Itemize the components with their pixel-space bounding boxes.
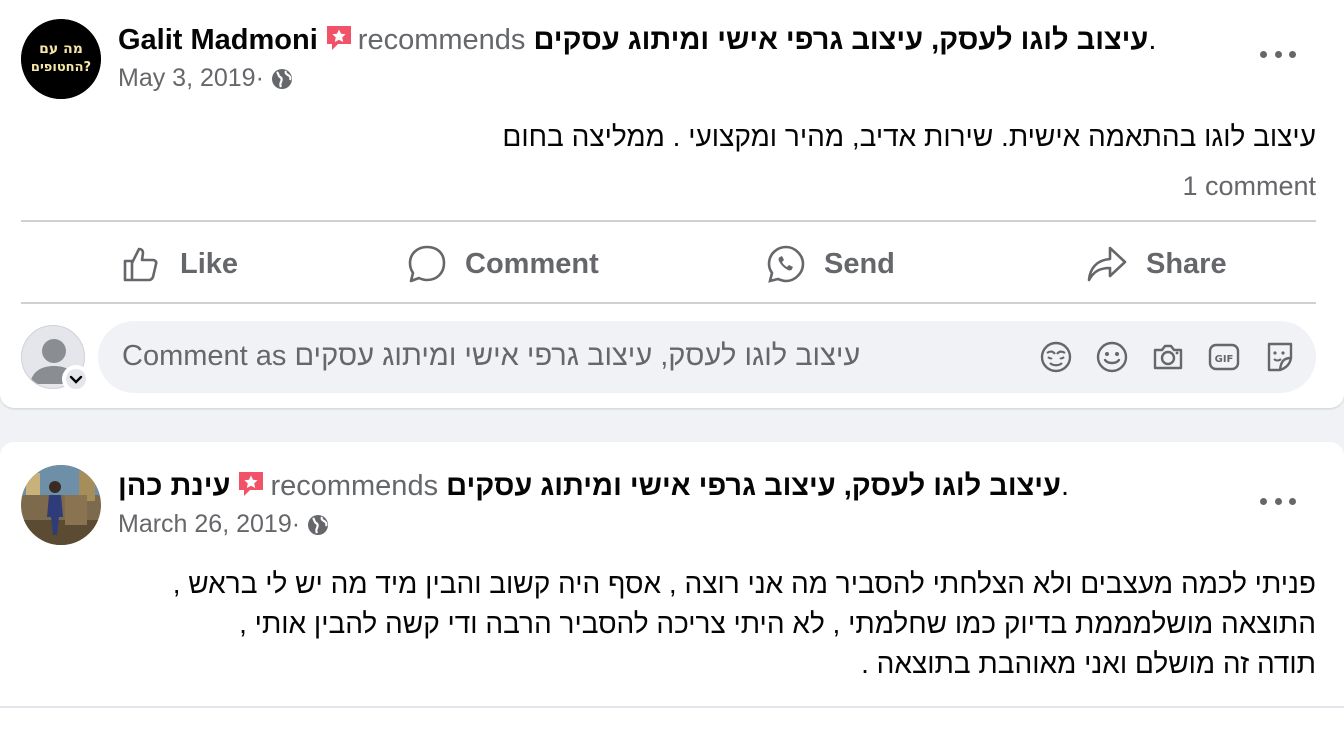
comment-button[interactable]: Comment <box>407 240 599 288</box>
author-avatar[interactable]: מה עם החטופים? <box>21 19 101 99</box>
comment-count[interactable]: 1 comment <box>1182 171 1316 202</box>
post-text: עיצוב לוגו בהתאמה אישית. שירות אדיב, מהי… <box>502 117 1316 157</box>
comment-placeholder: Comment as עיצוב לוגו לעסק, עיצוב גרפי א… <box>122 340 861 372</box>
post-header: Galit Madmoni recommends עיצוב לוגו לעסק,… <box>118 20 1156 60</box>
post-header: עינת כהן recommends עיצוב לוגו לעסק, עיצו… <box>118 466 1069 506</box>
send-label: Send <box>824 247 895 280</box>
camera-icon[interactable] <box>1151 340 1185 374</box>
send-icon <box>767 245 805 283</box>
page-name-link[interactable]: עיצוב לוגו לעסק, עיצוב גרפי אישי ומיתוג … <box>446 470 1061 502</box>
avatar-sticker-icon[interactable] <box>1039 340 1073 374</box>
comment-input[interactable]: Comment as עיצוב לוגו לעסק, עיצוב גרפי א… <box>98 321 1316 393</box>
avatar-text-line-1: מה עם <box>39 41 83 57</box>
recommend-badge-icon <box>236 469 266 499</box>
share-icon <box>1087 246 1127 282</box>
avatar-photo <box>21 465 101 545</box>
avatar-logo: מה עם החטופים? <box>21 19 101 99</box>
avatar-text-line-2: החטופים? <box>31 60 91 75</box>
post-date[interactable]: May 3, 2019 <box>118 64 256 93</box>
divider <box>0 706 1344 708</box>
date-separator: · <box>255 64 264 92</box>
post-text-line: פניתי לכמה מעצבים ולא הצלחתי להסביר מה א… <box>172 568 1316 599</box>
share-button[interactable]: Share <box>1086 240 1227 288</box>
page-name-link[interactable]: עיצוב לוגו לעסק, עיצוב גרפי אישי ומיתוג … <box>533 24 1148 56</box>
page-suffix: . <box>1148 24 1157 56</box>
globe-icon <box>271 68 292 89</box>
divider <box>21 220 1316 222</box>
post-date[interactable]: March 26, 2019 <box>118 510 292 539</box>
post-text-line: עיצוב לוגו בהתאמה אישית. שירות אדיב, מהי… <box>502 121 1316 152</box>
like-button[interactable]: Like <box>122 240 238 288</box>
recommends-label: recommends <box>270 470 439 502</box>
send-button[interactable]: Send <box>766 240 895 288</box>
share-label: Share <box>1146 247 1227 280</box>
gif-icon[interactable]: GIF <box>1207 340 1241 374</box>
recommends-label: recommends <box>357 24 526 56</box>
svg-text:GIF: GIF <box>1215 354 1234 365</box>
divider <box>21 302 1316 304</box>
post-text-line: התוצאה מושלמממת בדיוק כמו שחלמתי , לא הי… <box>239 608 1316 639</box>
post-text-line: תודה זה מושלם ואני מאוהבת בתוצאה . <box>861 648 1316 679</box>
comment-label: Comment <box>465 247 599 280</box>
author-name[interactable]: Galit Madmoni <box>118 24 318 56</box>
author-avatar[interactable] <box>21 465 101 545</box>
post-card-2: עינת כהן recommends עיצוב לוגו לעסק, עיצו… <box>0 442 1344 733</box>
date-separator: · <box>291 510 301 538</box>
emoji-icon[interactable] <box>1095 340 1129 374</box>
like-label: Like <box>180 247 239 280</box>
page-suffix: . <box>1060 470 1070 502</box>
more-options-icon[interactable] <box>1260 42 1296 66</box>
globe-icon <box>308 514 329 535</box>
recommend-badge-icon <box>324 23 354 53</box>
sticker-icon[interactable] <box>1263 340 1297 374</box>
post-card-1: מה עם החטופים? Galit Madmoni recommends ע… <box>0 0 1344 408</box>
post-text: פניתי לכמה מעצבים ולא הצלחתי להסביר מה א… <box>173 564 1316 684</box>
author-name[interactable]: עינת כהן <box>118 470 230 502</box>
chevron-down-icon[interactable] <box>64 367 88 391</box>
like-icon <box>123 247 158 282</box>
more-options-icon[interactable] <box>1260 489 1296 513</box>
comment-icon <box>408 245 446 283</box>
post-meta: March 26, 2019 · <box>118 510 330 539</box>
post-meta: May 3, 2019 · <box>118 64 294 93</box>
